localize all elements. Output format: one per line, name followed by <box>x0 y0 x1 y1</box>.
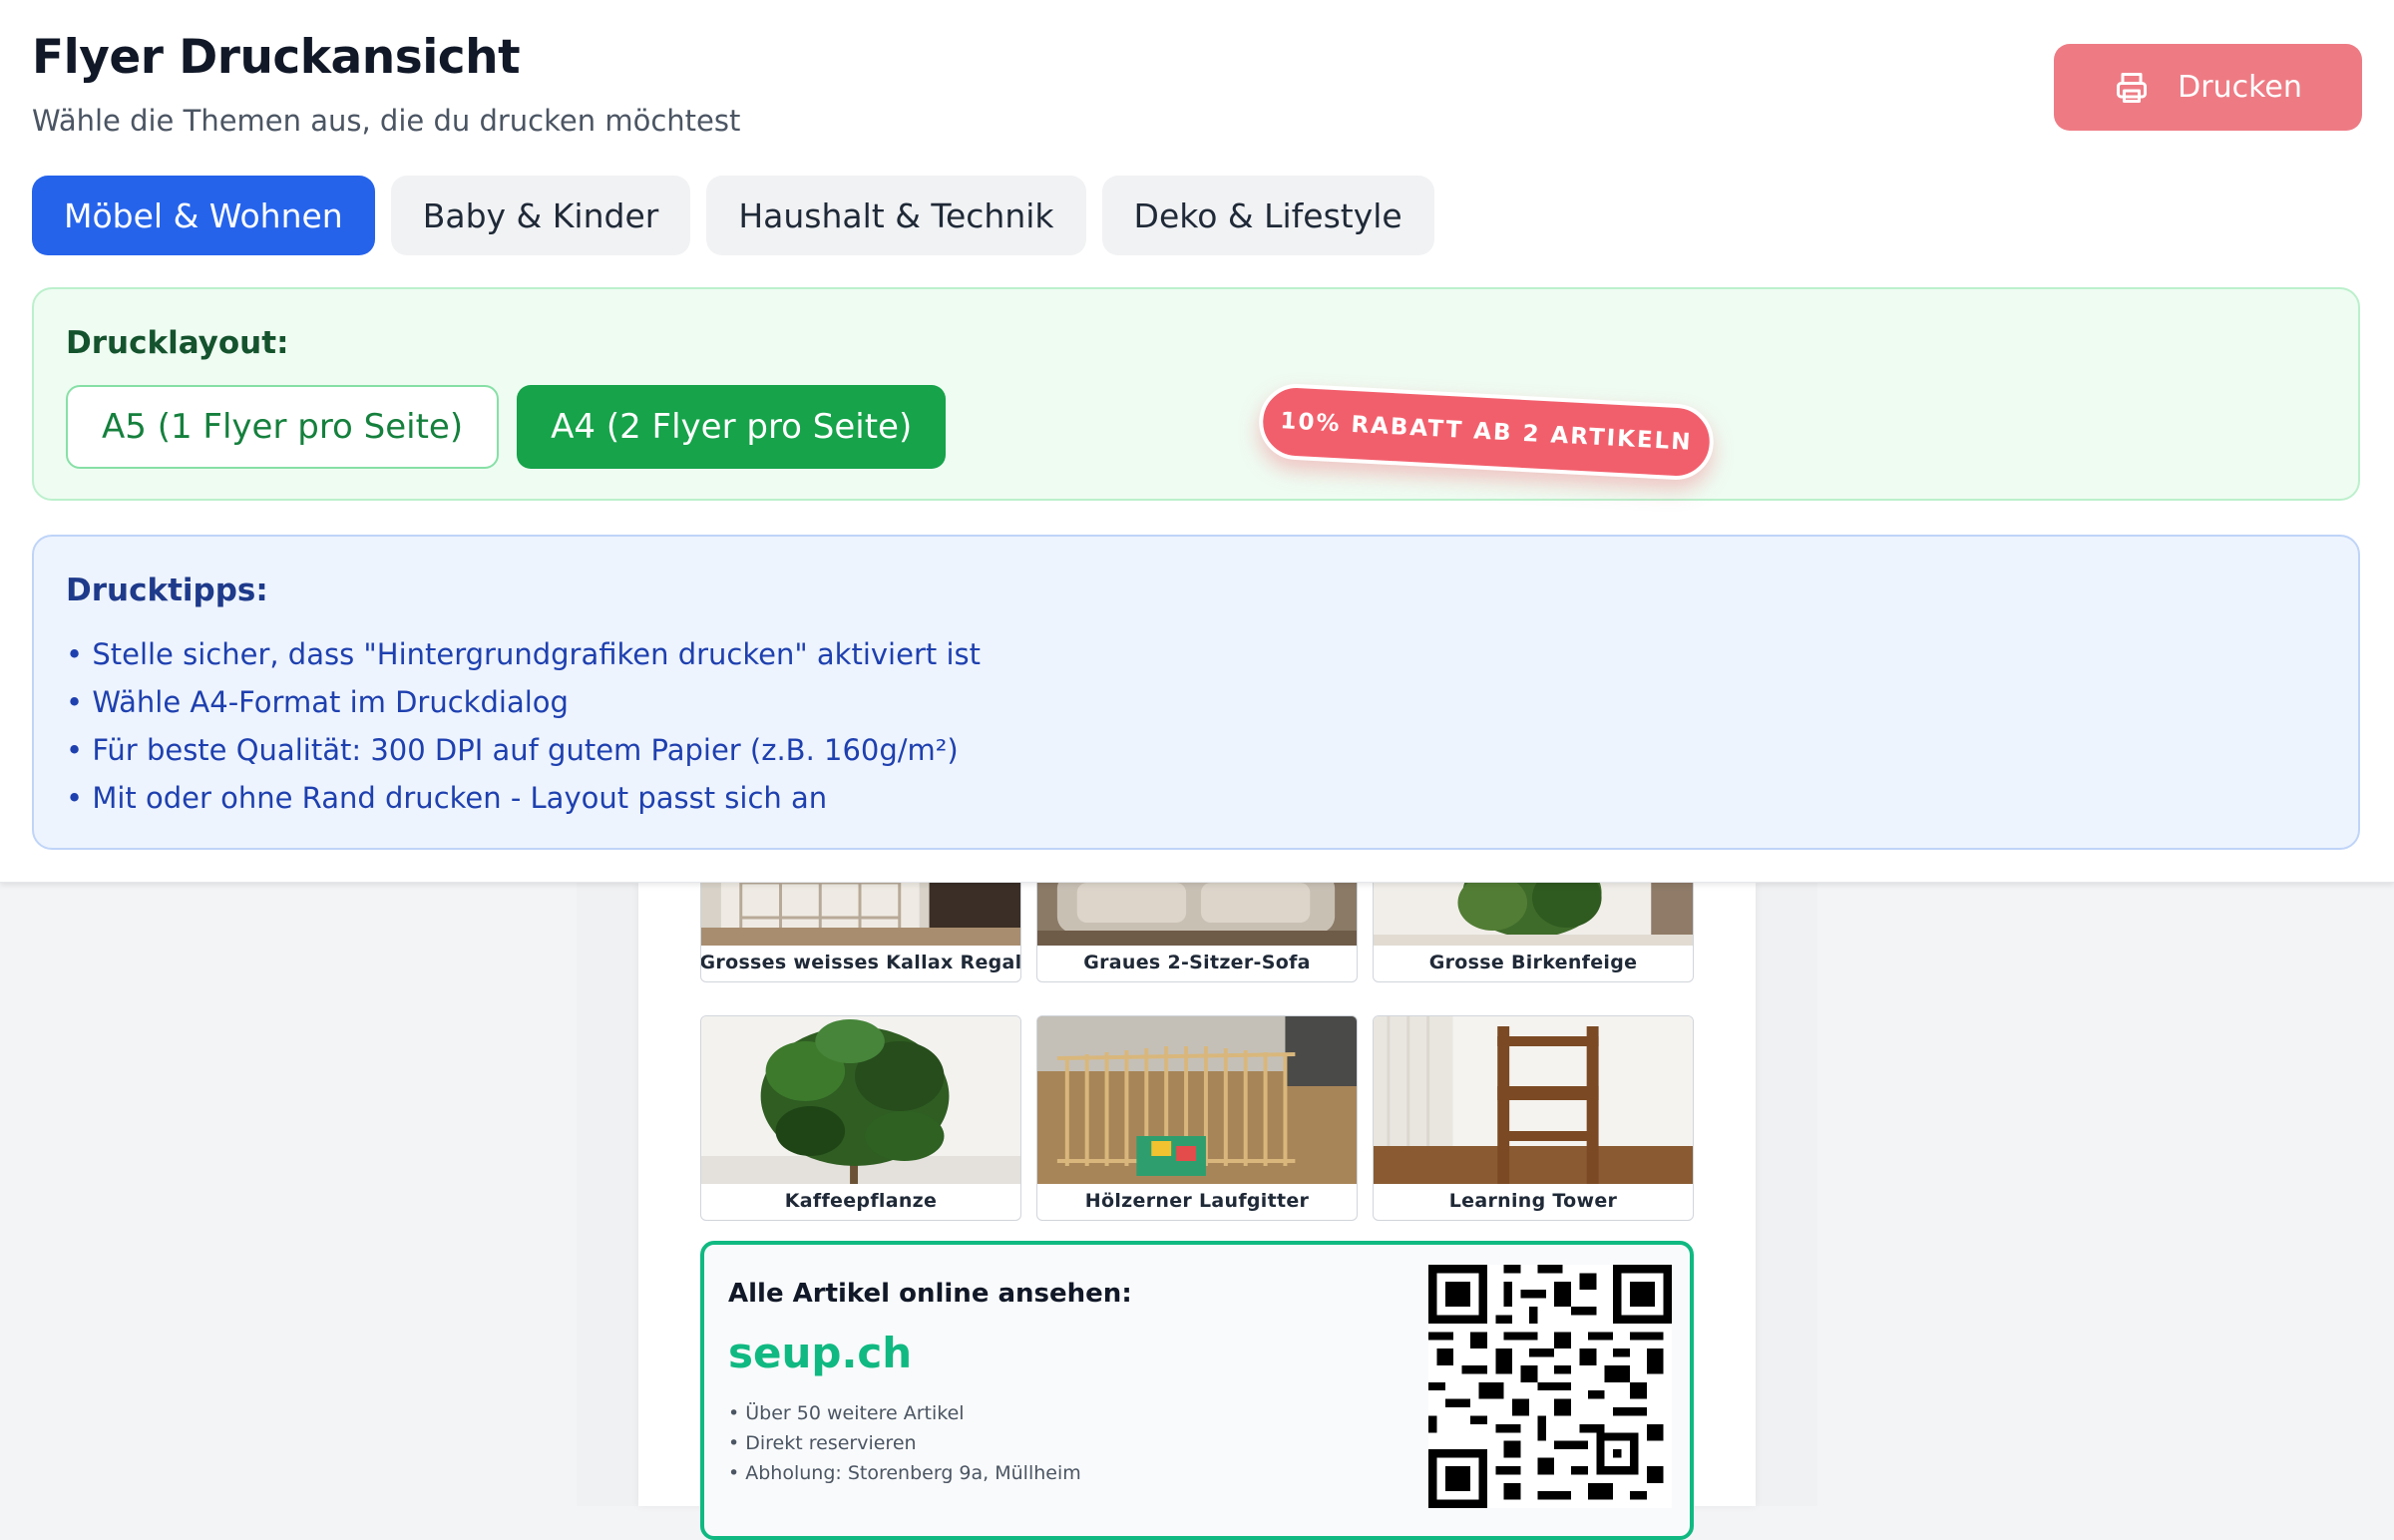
cta-benefit: • Direkt reservieren <box>728 1432 917 1454</box>
product-name: Grosses weisses Kallax Regal <box>700 952 1021 973</box>
product-name: Learning Tower <box>1448 1190 1618 1212</box>
category-tabs: Möbel & Wohnen Baby & Kinder Haushalt & … <box>32 176 1434 255</box>
product-image <box>1374 1016 1693 1184</box>
page-title: Flyer Druckansicht <box>32 30 521 85</box>
cta-benefit: • Abholung: Storenberg 9a, Müllheim <box>728 1462 1081 1484</box>
print-tips-section: Drucktipps: • Stelle sicher, dass "Hinte… <box>32 535 2360 850</box>
print-tip: • Für beste Qualität: 300 DPI auf gutem … <box>66 733 959 767</box>
qr-code-icon <box>1428 1265 1672 1508</box>
print-tip: • Stelle sicher, dass "Hintergrundgrafik… <box>66 637 981 671</box>
product-card: Kaffeepflanze <box>700 1015 1021 1221</box>
product-card: Learning Tower <box>1373 1015 1694 1221</box>
page-subtitle: Wähle die Themen aus, die du drucken möc… <box>32 104 741 138</box>
online-cta-box: Alle Artikel online ansehen: seup.ch • Ü… <box>700 1241 1694 1540</box>
layout-a4-button[interactable]: A4 (2 Flyer pro Seite) <box>517 385 947 469</box>
product-image <box>701 1016 1020 1184</box>
print-tips-title: Drucktipps: <box>66 573 268 608</box>
product-card: Hölzerner Laufgitter <box>1036 1015 1358 1221</box>
product-name: Grosse Birkenfeige <box>1428 952 1638 973</box>
cta-title: Alle Artikel online ansehen: <box>728 1279 1132 1309</box>
cta-url[interactable]: seup.ch <box>728 1329 912 1377</box>
print-tip: • Wähle A4-Format im Druckdialog <box>66 685 569 719</box>
print-layout-label: Drucklayout: <box>66 325 289 361</box>
print-button-label: Drucken <box>2178 70 2302 105</box>
print-layout-section: Drucklayout: A5 (1 Flyer pro Seite) A4 (… <box>32 287 2360 501</box>
tab-baby-kinder[interactable]: Baby & Kinder <box>390 176 691 255</box>
print-layout-options: A5 (1 Flyer pro Seite) A4 (2 Flyer pro S… <box>66 385 947 469</box>
tab-deko-lifestyle[interactable]: Deko & Lifestyle <box>1101 176 1434 255</box>
flyer-preview: Grosses weisses Kallax Regal Graues 2-Si… <box>638 842 1756 1540</box>
print-settings-panel: Flyer Druckansicht Wähle die Themen aus,… <box>0 0 2394 883</box>
print-tip: • Mit oder ohne Rand drucken - Layout pa… <box>66 781 828 815</box>
tab-haushalt-technik[interactable]: Haushalt & Technik <box>706 176 1086 255</box>
tab-moebel-wohnen[interactable]: Möbel & Wohnen <box>32 176 375 255</box>
product-image <box>1037 1016 1357 1184</box>
product-name: Kaffeepflanze <box>784 1190 938 1212</box>
cta-benefit: • Über 50 weitere Artikel <box>728 1402 965 1424</box>
print-tips-list: • Stelle sicher, dass "Hintergrundgrafik… <box>66 630 981 822</box>
layout-a5-button[interactable]: A5 (1 Flyer pro Seite) <box>66 385 500 469</box>
cta-benefits-list: • Über 50 weitere Artikel • Direkt reser… <box>728 1398 1081 1488</box>
printer-icon <box>2117 72 2148 103</box>
product-name: Hölzerner Laufgitter <box>1084 1190 1310 1212</box>
print-button[interactable]: Drucken <box>2054 44 2362 131</box>
product-name: Graues 2-Sitzer-Sofa <box>1083 952 1311 973</box>
